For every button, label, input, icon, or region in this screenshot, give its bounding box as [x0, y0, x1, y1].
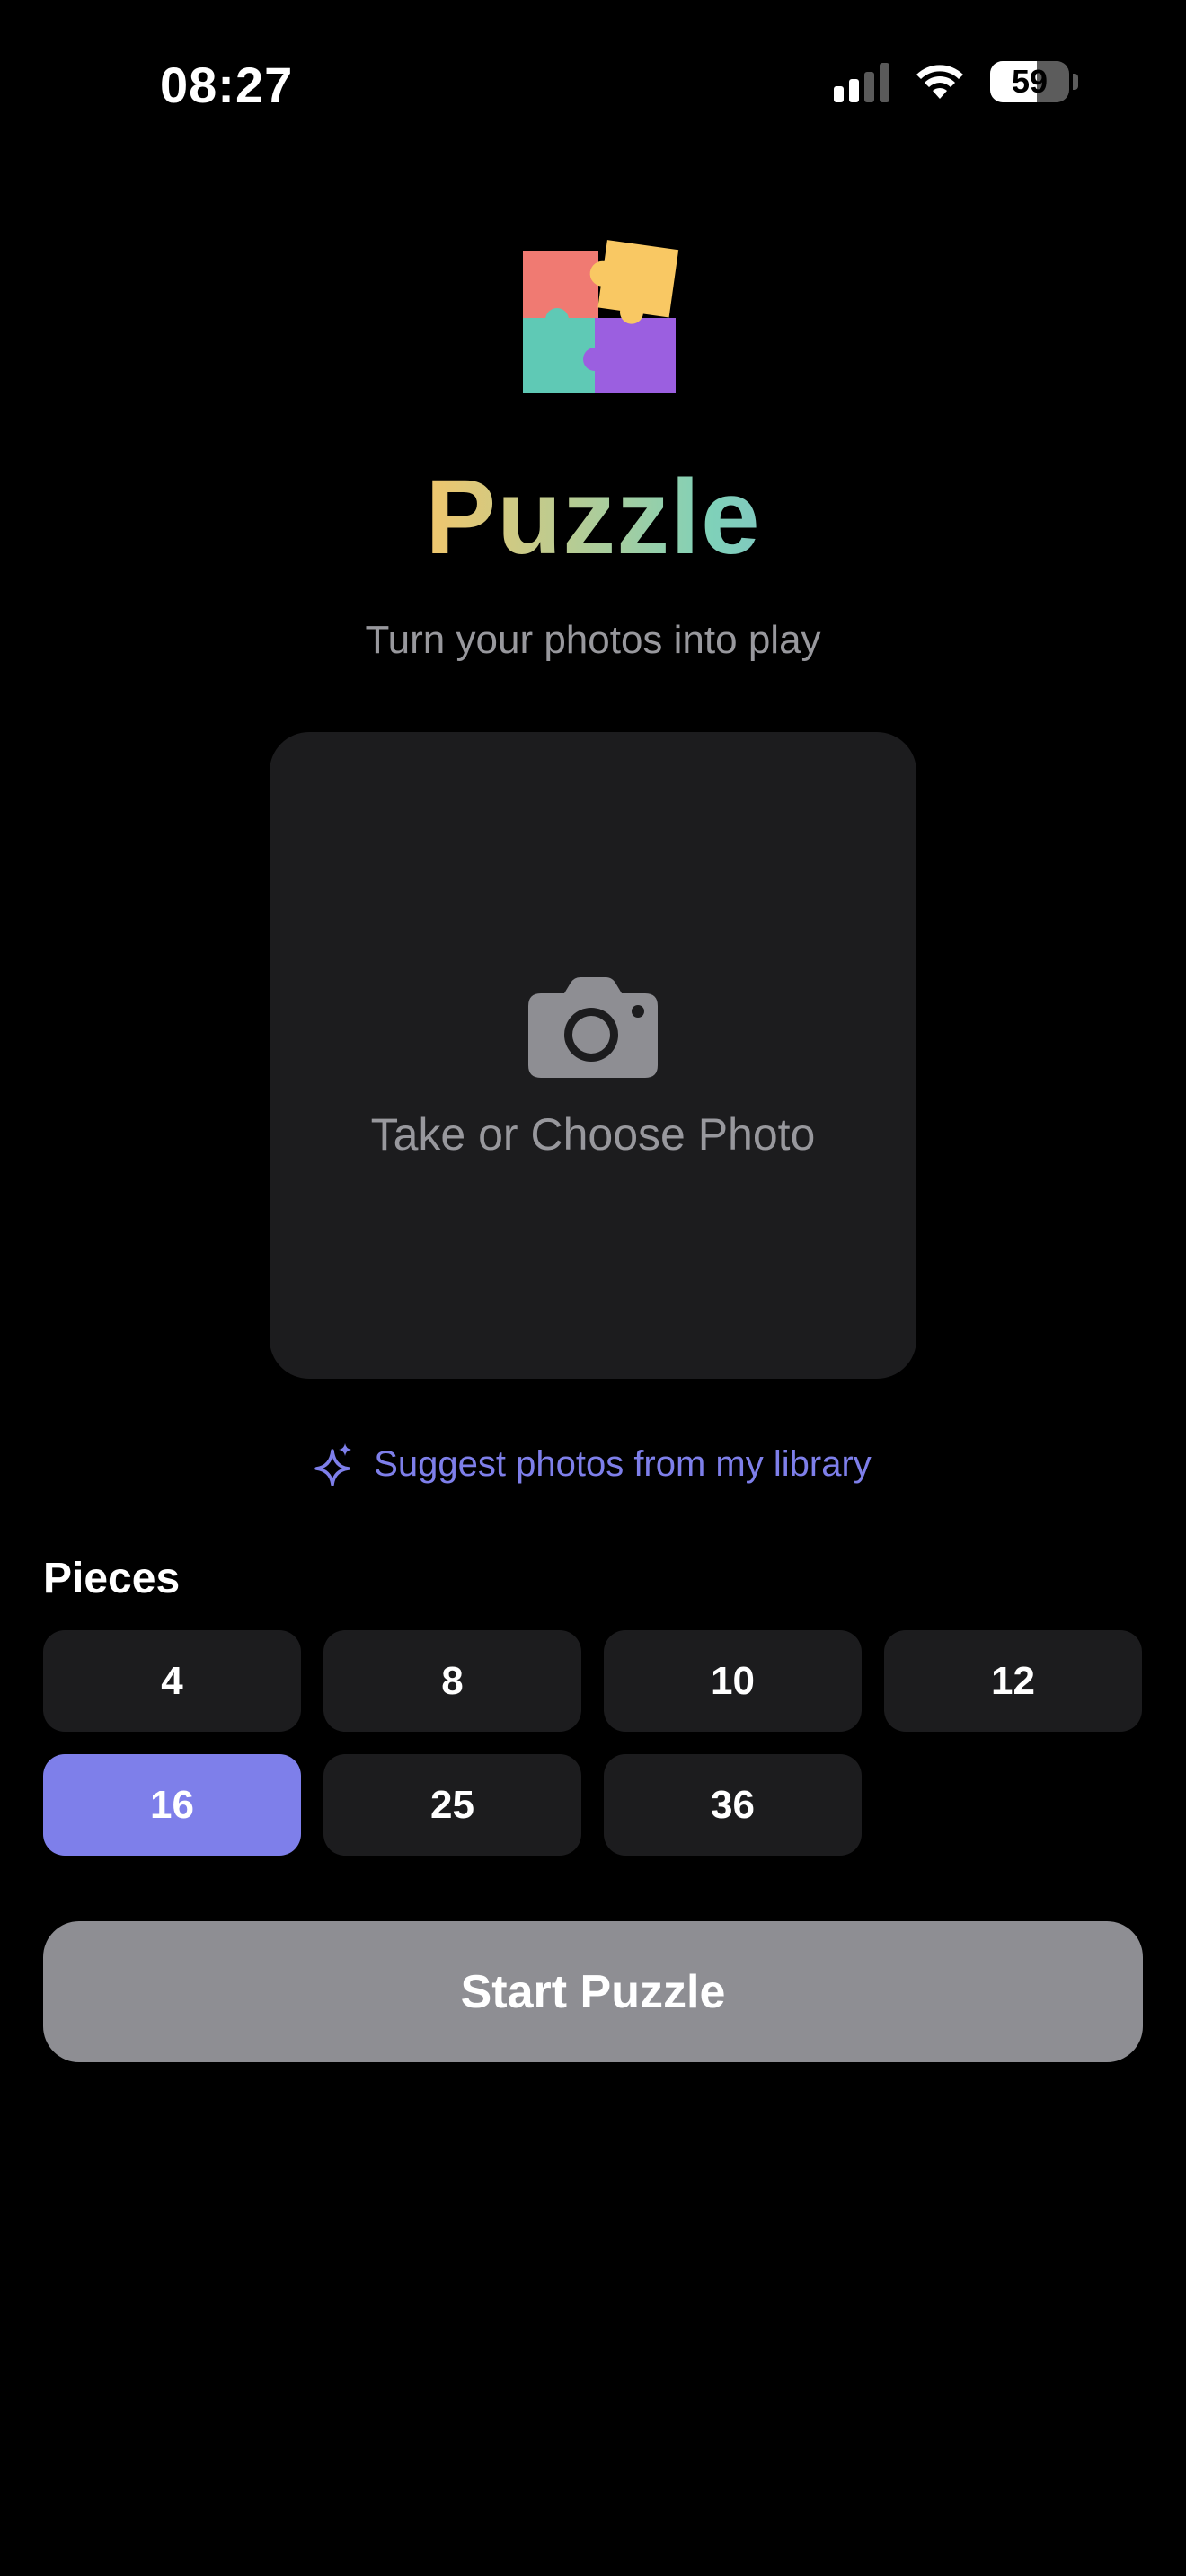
pieces-option-8[interactable]: 8: [323, 1630, 581, 1732]
app-subtitle: Turn your photos into play: [365, 618, 821, 662]
cellular-signal-icon: [834, 61, 890, 102]
status-icons: 59: [834, 61, 1078, 102]
app-title: Puzzle: [0, 456, 1186, 578]
status-time: 08:27: [160, 57, 294, 113]
pieces-options: 4 8 10 12 16 25 36: [43, 1630, 1143, 1856]
camera-icon: [528, 977, 658, 1078]
photo-picker-label: Take or Choose Photo: [370, 1109, 816, 1160]
pieces-option-10[interactable]: 10: [604, 1630, 862, 1732]
battery-icon: 59: [990, 61, 1069, 102]
battery-level: 59: [1011, 63, 1049, 100]
photo-picker-button[interactable]: Take or Choose Photo: [270, 732, 916, 1379]
status-bar: 08:27 59: [0, 0, 1186, 180]
pieces-option-36[interactable]: 36: [604, 1754, 862, 1856]
wifi-icon: [916, 65, 963, 99]
screen: 08:27 59 Puzzle Turn your photos into pl…: [0, 0, 1186, 2576]
pieces-option-4[interactable]: 4: [43, 1630, 301, 1732]
pieces-option-25[interactable]: 25: [323, 1754, 581, 1856]
sparkle-icon: [314, 1443, 352, 1486]
pieces-option-12[interactable]: 12: [884, 1630, 1142, 1732]
suggest-photos-button[interactable]: Suggest photos from my library: [0, 1442, 1186, 1486]
puzzle-logo-icon: [523, 240, 679, 393]
start-puzzle-button[interactable]: Start Puzzle: [43, 1921, 1143, 2062]
battery-cap: [1073, 74, 1078, 90]
pieces-option-16[interactable]: 16: [43, 1754, 301, 1856]
pieces-label: Pieces: [43, 1555, 181, 1602]
suggest-photos-label: Suggest photos from my library: [374, 1443, 872, 1484]
